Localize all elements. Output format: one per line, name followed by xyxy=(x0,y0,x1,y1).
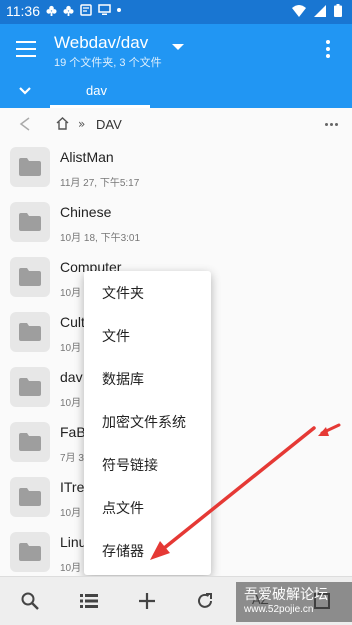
menu-item-storage[interactable]: 存储器 xyxy=(84,531,211,574)
file-date: 10月 xyxy=(60,398,82,409)
signal-icon xyxy=(314,4,326,17)
file-name: AlistMan xyxy=(60,149,114,165)
status-bar: 11:36 xyxy=(0,0,352,24)
dropdown-arrow-icon[interactable] xyxy=(172,44,184,50)
page-subtitle: 19 个文件夹, 3 个文件 xyxy=(54,57,162,69)
club-icon xyxy=(46,5,57,16)
tab-label: dav xyxy=(86,83,107,98)
folder-icon xyxy=(10,367,50,407)
folder-icon xyxy=(10,257,50,297)
file-date: 7月 3 xyxy=(60,453,84,464)
breadcrumb: » DAV xyxy=(0,108,352,142)
file-name: FaB xyxy=(60,424,86,440)
watermark: 吾爱破解论坛 www.52pojie.cn xyxy=(236,582,352,622)
wifi-icon xyxy=(292,4,306,17)
file-name: Cult xyxy=(60,314,85,330)
folder-icon xyxy=(10,147,50,187)
refresh-icon[interactable] xyxy=(195,591,215,611)
new-item-menu: 文件夹 文件 数据库 加密文件系统 符号链接 点文件 存储器 xyxy=(84,271,211,575)
menu-item-dotfile[interactable]: 点文件 xyxy=(84,488,211,531)
file-date: 10月 xyxy=(60,288,82,299)
home-icon[interactable] xyxy=(56,117,69,130)
file-date: 11月 27, 下午5:17 xyxy=(60,178,140,189)
list-item[interactable]: Chinese 10月 18, 下午3:01 xyxy=(0,197,352,252)
file-name: dav xyxy=(60,369,83,385)
file-name: Linu xyxy=(60,534,87,550)
tab-bar: dav xyxy=(0,80,352,108)
menu-item-database[interactable]: 数据库 xyxy=(84,359,211,402)
watermark-title: 吾爱破解论坛 xyxy=(244,587,328,603)
page-title[interactable]: Webdav/dav xyxy=(54,33,148,53)
menu-item-file[interactable]: 文件 xyxy=(84,316,211,359)
dot-icon xyxy=(117,8,121,12)
folder-icon xyxy=(10,477,50,517)
file-date: 10月 xyxy=(60,563,82,574)
tab-dav[interactable]: dav xyxy=(50,80,150,108)
system-icons xyxy=(292,4,342,17)
file-date: 10月 18, 下午3:01 xyxy=(60,233,141,244)
folder-icon xyxy=(10,532,50,572)
breadcrumb-separator-icon: » xyxy=(78,117,86,131)
club-icon-2 xyxy=(63,5,74,16)
monitor-icon xyxy=(98,4,111,15)
menu-item-symlink[interactable]: 符号链接 xyxy=(84,445,211,488)
back-icon[interactable] xyxy=(18,117,32,131)
watermark-url: www.52pojie.cn xyxy=(244,604,314,615)
folder-icon xyxy=(10,202,50,242)
menu-item-folder[interactable]: 文件夹 xyxy=(84,273,211,316)
list-item[interactable]: AlistMan 11月 27, 下午5:17 xyxy=(0,142,352,197)
app-bar: Webdav/dav 19 个文件夹, 3 个文件 xyxy=(0,24,352,80)
file-name: ITre xyxy=(60,479,85,495)
file-date: 10月 xyxy=(60,343,82,354)
file-date: 10月 xyxy=(60,508,82,519)
folder-icon xyxy=(10,312,50,352)
file-name: Chinese xyxy=(60,204,112,220)
list-view-icon[interactable] xyxy=(79,591,99,611)
menu-item-encrypted-fs[interactable]: 加密文件系统 xyxy=(84,402,211,445)
add-icon[interactable] xyxy=(137,591,157,611)
notification-icons xyxy=(46,4,121,16)
folder-icon xyxy=(10,422,50,462)
chevron-down-icon[interactable] xyxy=(18,84,32,98)
more-options-icon[interactable] xyxy=(326,40,330,61)
breadcrumb-segment[interactable]: DAV xyxy=(96,117,122,132)
status-time: 11:36 xyxy=(6,3,40,19)
search-icon[interactable] xyxy=(20,591,40,611)
breadcrumb-more-icon[interactable] xyxy=(325,123,338,126)
menu-icon[interactable] xyxy=(16,41,36,57)
message-icon xyxy=(80,4,92,16)
battery-icon xyxy=(334,4,342,17)
